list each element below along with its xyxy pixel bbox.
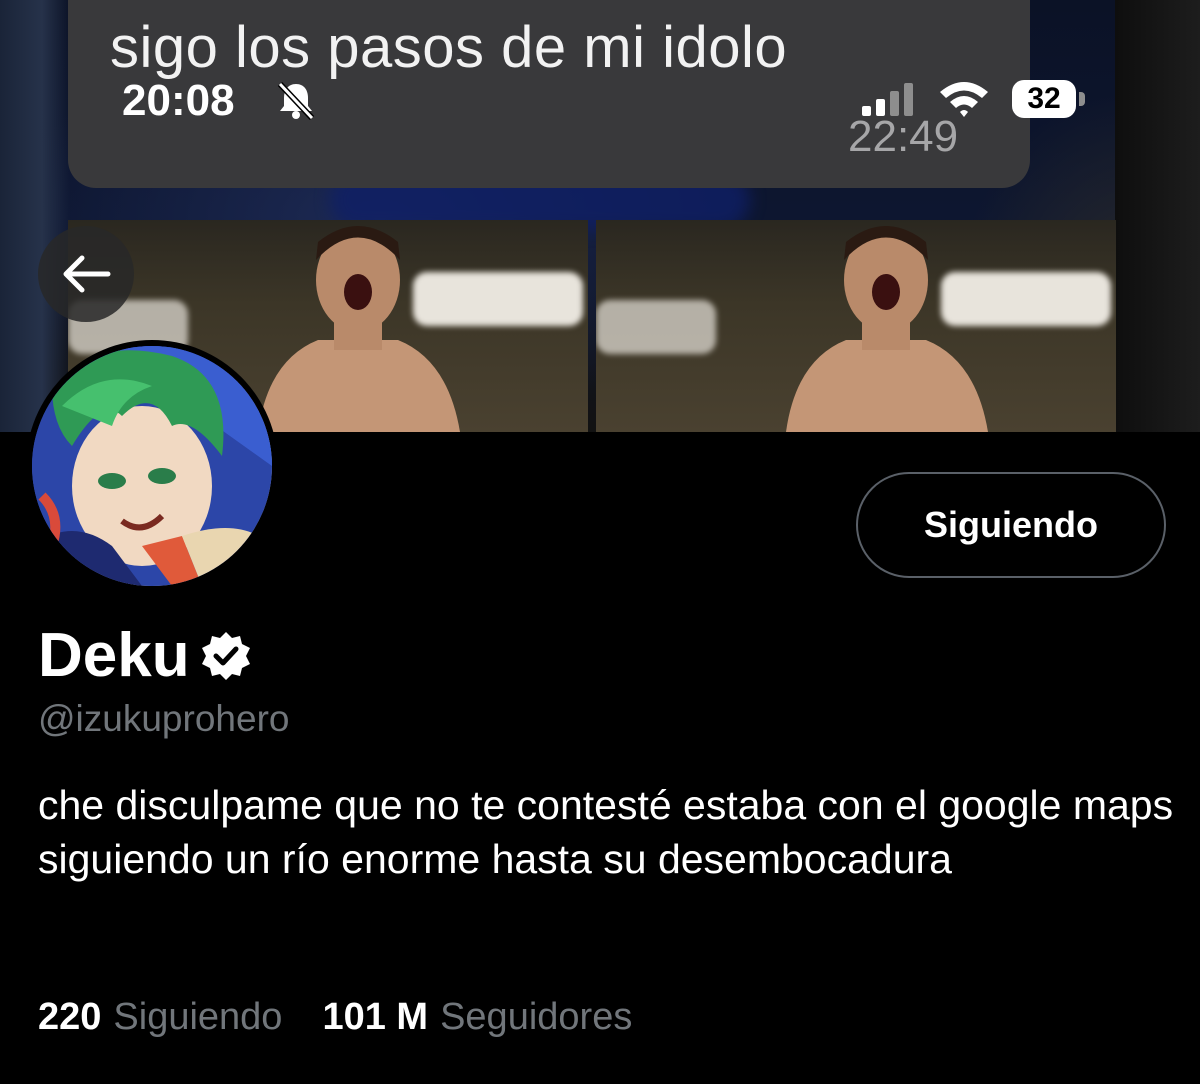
following-stat[interactable]: 220 Siguiendo xyxy=(38,996,282,1039)
person-photo xyxy=(258,226,460,432)
following-label: Siguiendo xyxy=(113,996,283,1038)
profile-handle: @izukuprohero xyxy=(38,698,290,739)
profile-name: Deku xyxy=(38,621,190,690)
banner-edge xyxy=(1115,0,1200,432)
cellular-signal-icon xyxy=(862,83,913,116)
person-photo xyxy=(786,226,988,432)
followers-count: 101 M xyxy=(322,996,429,1038)
battery-tip xyxy=(1079,92,1085,106)
avatar[interactable] xyxy=(26,340,278,592)
message-text: sigo los pasos de mi idolo xyxy=(110,15,788,80)
profile-name-row: Deku xyxy=(38,620,252,691)
back-button[interactable] xyxy=(38,226,134,322)
avatar-illustration xyxy=(32,346,272,586)
arrow-left-icon xyxy=(63,255,111,293)
silent-bell-icon xyxy=(277,81,315,120)
banner-photo-right xyxy=(596,220,1116,432)
followers-label: Seguidores xyxy=(440,996,633,1038)
followers-stat[interactable]: 101 M Seguidores xyxy=(322,996,632,1039)
profile-bio: che disculpame que no te contesté estaba… xyxy=(38,782,1174,882)
battery-indicator: 32 xyxy=(1012,80,1076,118)
status-time: 20:08 xyxy=(122,76,235,125)
following-count: 220 xyxy=(38,996,102,1038)
profile-stats: 220 Siguiendo 101 M Seguidores xyxy=(38,996,632,1039)
banner-shadow xyxy=(0,0,70,432)
verified-badge-icon[interactable] xyxy=(200,630,252,682)
wifi-icon xyxy=(940,82,988,117)
message-time: 22:49 xyxy=(848,112,959,161)
following-button[interactable]: Siguiendo xyxy=(856,472,1166,578)
